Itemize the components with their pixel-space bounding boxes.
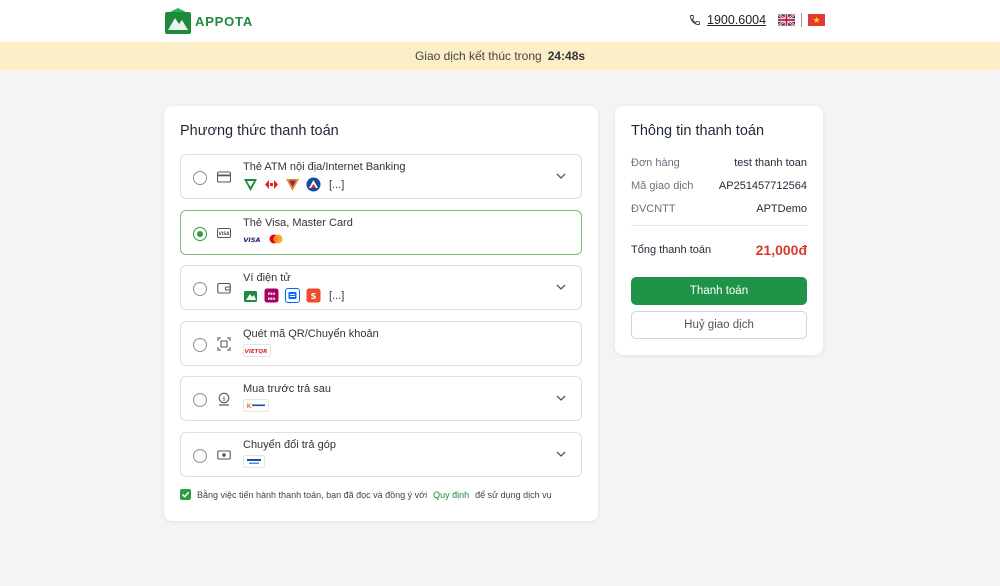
bank-logos: [...] bbox=[243, 177, 344, 192]
method-label: Thẻ Visa, Master Card bbox=[243, 217, 353, 229]
cash-icon bbox=[217, 450, 231, 460]
info-divider bbox=[631, 225, 807, 226]
radio-ewallet[interactable] bbox=[193, 282, 207, 296]
qr-logos: VIETQR bbox=[243, 344, 271, 357]
info-key: Mã giao dịch bbox=[631, 180, 694, 192]
radio-qr[interactable] bbox=[193, 338, 207, 352]
language-divider bbox=[801, 13, 802, 27]
qr-scan-icon bbox=[217, 337, 231, 351]
zalopay-logo-icon bbox=[285, 288, 300, 303]
method-installment[interactable]: Chuyển đổi trả góp bbox=[180, 432, 582, 477]
radio-installment[interactable] bbox=[193, 449, 207, 463]
tpbank-logo-icon bbox=[286, 179, 299, 191]
wallet-logos: mo mo S [...] bbox=[243, 288, 344, 303]
radio-atm[interactable] bbox=[193, 171, 207, 185]
method-label: Mua trước trả sau bbox=[243, 383, 331, 395]
timer-value: 24:48s bbox=[547, 49, 586, 63]
method-label: Ví điện tử bbox=[243, 272, 291, 284]
radio-bnpl[interactable] bbox=[193, 393, 207, 407]
method-qr[interactable]: Quét mã QR/Chuyển khoản VIETQR bbox=[180, 321, 582, 366]
cancel-transaction-button[interactable]: Huỷ giao dịch bbox=[631, 311, 807, 339]
wallet-icon bbox=[217, 282, 231, 294]
vietqr-logo-icon: VIETQR bbox=[243, 344, 271, 357]
payment-methods-card: Phương thức thanh toán Thẻ ATM nội địa/I… bbox=[164, 106, 598, 521]
vietinbank-logo-icon bbox=[306, 177, 321, 192]
info-row-transaction: Mã giao dịch AP251457712564 bbox=[631, 180, 807, 192]
terms-link[interactable]: Quy định bbox=[433, 490, 469, 500]
mastercard-logo-icon bbox=[269, 234, 283, 244]
info-key: Đơn hàng bbox=[631, 157, 680, 169]
method-label: Chuyển đổi trả góp bbox=[243, 439, 336, 451]
installment-logos bbox=[243, 455, 265, 468]
check-icon bbox=[181, 491, 190, 498]
chevron-down-icon[interactable] bbox=[555, 448, 567, 460]
chevron-down-icon[interactable] bbox=[555, 392, 567, 404]
hotline-number[interactable]: 1900.6004 bbox=[707, 13, 766, 27]
svg-text:S: S bbox=[311, 292, 317, 301]
svg-text:VIETQR: VIETQR bbox=[245, 349, 268, 355]
method-visa-master[interactable]: VISA Thẻ Visa, Master Card VISA bbox=[180, 210, 582, 255]
svg-text:VISA: VISA bbox=[243, 236, 260, 244]
terms-prefix: Bằng việc tiến hành thanh toán, bạn đã đ… bbox=[197, 489, 428, 500]
terms-suffix: để sử dụng dịch vụ bbox=[475, 489, 552, 500]
installment-bank-logo-icon bbox=[243, 455, 265, 468]
method-atm[interactable]: Thẻ ATM nội địa/Internet Banking [...] bbox=[180, 154, 582, 199]
terms-agreement: Bằng việc tiến hành thanh toán, bạn đã đ… bbox=[180, 489, 552, 500]
momo-logo-icon: momo bbox=[264, 288, 279, 303]
more-wallets[interactable]: [...] bbox=[329, 290, 344, 302]
total-row: Tổng thanh toán 21,000đ bbox=[631, 242, 807, 258]
chevron-down-icon[interactable] bbox=[555, 281, 567, 293]
pay-button[interactable]: Thanh toán bbox=[631, 277, 807, 305]
info-value: APTDemo bbox=[756, 203, 807, 215]
method-label: Quét mã QR/Chuyển khoản bbox=[243, 328, 379, 340]
top-bar: APPOTA 1900.6004 ★ bbox=[0, 0, 1000, 42]
method-ewallet[interactable]: Ví điện tử mo mo S [...] bbox=[180, 265, 582, 310]
method-bnpl[interactable]: $ Mua trước trả sau K bbox=[180, 376, 582, 421]
techcombank-logo-icon bbox=[265, 180, 278, 189]
timer-label: Giao dịch kết thúc trong bbox=[414, 49, 542, 63]
info-row-merchant: ĐVCNTT APTDemo bbox=[631, 203, 807, 215]
svg-text:VISA: VISA bbox=[218, 231, 230, 236]
vn-flag-icon[interactable]: ★ bbox=[808, 14, 825, 26]
total-label: Tổng thanh toán bbox=[631, 244, 712, 256]
shopeepay-logo-icon: S bbox=[306, 288, 321, 303]
card-logos: VISA bbox=[243, 233, 285, 245]
svg-text:mo: mo bbox=[268, 297, 276, 302]
total-amount: 21,000đ bbox=[755, 242, 807, 258]
payment-methods-title: Phương thức thanh toán bbox=[180, 123, 339, 139]
kredivo-logo-icon: K bbox=[243, 399, 269, 412]
svg-text:$: $ bbox=[222, 396, 226, 402]
uk-flag-icon[interactable] bbox=[778, 14, 795, 26]
visa-logo-icon: VISA bbox=[243, 236, 260, 244]
info-value: test thanh toan bbox=[734, 157, 807, 169]
payment-info-card: Thông tin thanh toán Đơn hàng test thanh… bbox=[615, 106, 823, 355]
appota-logo-icon bbox=[165, 8, 191, 34]
info-key: ĐVCNTT bbox=[631, 203, 676, 215]
appota-wallet-logo-icon bbox=[244, 291, 257, 302]
info-row-order: Đơn hàng test thanh toan bbox=[631, 157, 807, 169]
radio-visa-master[interactable] bbox=[193, 227, 207, 241]
info-value: AP251457712564 bbox=[718, 180, 807, 192]
visa-card-icon: VISA bbox=[217, 228, 231, 238]
card-icon bbox=[217, 171, 231, 183]
phone-icon bbox=[690, 15, 700, 25]
timer-banner: Giao dịch kết thúc trong 24:48s bbox=[0, 42, 1000, 70]
chevron-down-icon[interactable] bbox=[555, 170, 567, 182]
method-label: Thẻ ATM nội địa/Internet Banking bbox=[243, 161, 406, 173]
more-banks[interactable]: [...] bbox=[329, 179, 344, 191]
bnpl-logos: K bbox=[243, 399, 269, 412]
payment-info-title: Thông tin thanh toán bbox=[631, 123, 765, 139]
logo-text: APPOTA bbox=[195, 13, 254, 29]
terms-checkbox[interactable] bbox=[180, 489, 191, 500]
appota-logo[interactable]: APPOTA bbox=[165, 8, 253, 34]
hotline[interactable]: 1900.6004 bbox=[689, 13, 766, 27]
vietcombank-logo-icon bbox=[244, 179, 257, 191]
money-bag-icon: $ bbox=[218, 392, 230, 406]
